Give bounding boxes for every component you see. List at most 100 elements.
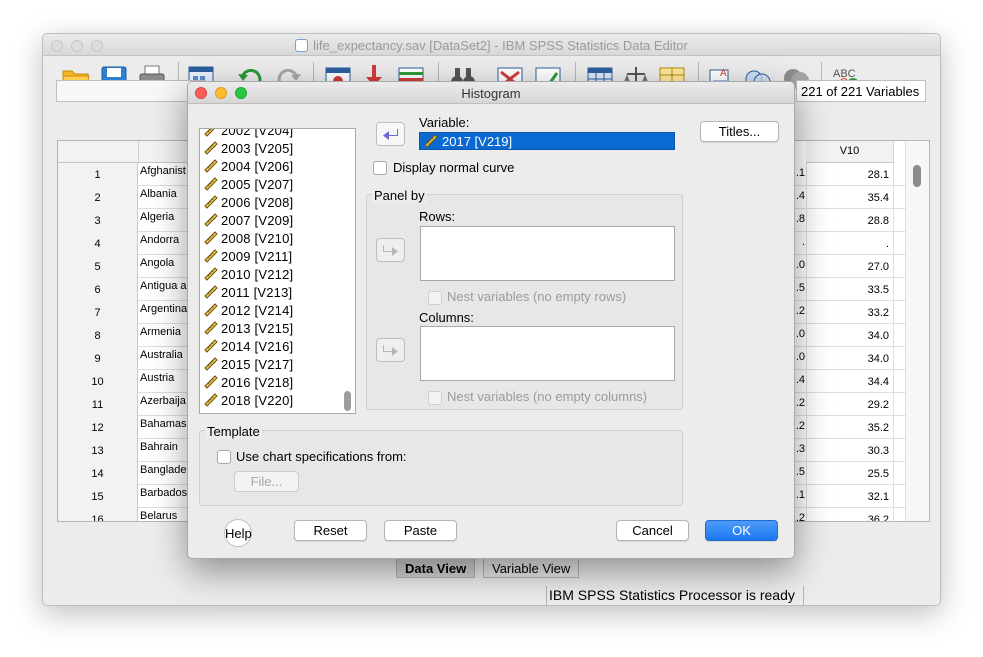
columns-drop-field[interactable] — [420, 326, 675, 381]
source-variable-label: 2018 [V220] — [221, 393, 294, 408]
row-number[interactable]: 6 — [58, 278, 138, 301]
cell-v10[interactable]: 30.3 — [806, 439, 894, 462]
row-number[interactable]: 14 — [58, 462, 138, 485]
cell-geo[interactable]: Bahamas — [140, 418, 186, 430]
row-number[interactable]: 5 — [58, 255, 138, 278]
source-variable-list[interactable]: 2002 [V204] 2003 [V205] 2004 [V206] 2005 [V… — [199, 128, 356, 414]
cell-geo[interactable]: Armenia — [140, 326, 181, 338]
source-variable-item[interactable]: 2016 [V218] — [204, 375, 293, 393]
source-variable-item[interactable]: 2013 [V215] — [204, 321, 293, 339]
tab-variable-view[interactable]: Variable View — [483, 558, 580, 578]
rows-drop-field[interactable] — [420, 226, 675, 281]
cancel-button[interactable]: Cancel — [616, 520, 689, 541]
cell-v10[interactable]: 34.4 — [806, 370, 894, 393]
cell-geo[interactable]: Australia — [140, 349, 183, 361]
use-chart-spec-checkbox[interactable] — [217, 450, 231, 464]
source-variable-item[interactable]: 2014 [V216] — [204, 339, 293, 357]
grid-vertical-scroll-thumb[interactable] — [913, 165, 921, 187]
cell-geo[interactable]: Antigua a — [140, 280, 186, 292]
cell-geo[interactable]: Angola — [140, 257, 174, 269]
cell-v10[interactable]: 28.8 — [806, 209, 894, 232]
cell-name-box[interactable] — [56, 80, 206, 102]
cell-geo[interactable]: Austria — [140, 372, 174, 384]
cell-geo[interactable]: Barbados — [140, 487, 187, 499]
cell-geo[interactable]: Banglade — [140, 464, 187, 476]
source-variable-item[interactable]: 2012 [V214] — [204, 303, 293, 321]
cell-geo[interactable]: Albania — [140, 188, 177, 200]
row-number[interactable]: 15 — [58, 485, 138, 508]
cell-geo[interactable]: Andorra — [140, 234, 179, 246]
cell-v10[interactable]: 32.1 — [806, 485, 894, 508]
cell-v10[interactable]: 34.0 — [806, 324, 894, 347]
help-button[interactable]: Help — [224, 519, 252, 547]
row-number[interactable]: 4 — [58, 232, 138, 255]
cell-v10[interactable]: 33.2 — [806, 301, 894, 324]
cell-v10[interactable]: . — [806, 232, 894, 255]
row-number[interactable]: 2 — [58, 186, 138, 209]
row-number[interactable]: 16 — [58, 508, 138, 521]
column-header-v10[interactable]: V10 — [806, 141, 894, 163]
cell-geo[interactable]: Azerbaija — [140, 395, 186, 407]
cell-geo[interactable]: Bahrain — [140, 441, 178, 453]
source-variable-item[interactable]: 2010 [V212] — [204, 267, 293, 285]
scale-variable-icon — [204, 303, 218, 317]
source-variable-item[interactable]: 2002 [V204] — [204, 129, 293, 141]
titles-button[interactable]: Titles... — [700, 121, 779, 142]
source-variable-label: 2006 [V208] — [221, 195, 294, 210]
source-variable-item[interactable]: 2007 [V209] — [204, 213, 293, 231]
nest-rows-checkbox[interactable] — [428, 291, 442, 305]
row-number[interactable]: 3 — [58, 209, 138, 232]
source-variable-item[interactable]: 2006 [V208] — [204, 195, 293, 213]
source-variable-item[interactable]: 2015 [V217] — [204, 357, 293, 375]
window-title: life_expectancy.sav [DataSet2] - IBM SPS… — [313, 38, 688, 53]
display-normal-curve-checkbox[interactable] — [373, 161, 387, 175]
row-number[interactable]: 12 — [58, 416, 138, 439]
scale-variable-icon — [204, 195, 218, 209]
cell-geo[interactable]: Argentina — [140, 303, 187, 315]
cell-v10[interactable]: 36.2 — [806, 508, 894, 521]
row-number[interactable]: 13 — [58, 439, 138, 462]
source-variable-item[interactable]: 2009 [V211] — [204, 249, 292, 267]
paste-button[interactable]: Paste — [384, 520, 457, 541]
source-variable-item[interactable]: 2004 [V206] — [204, 159, 293, 177]
scale-variable-icon — [204, 357, 218, 371]
cell-v10[interactable]: 27.0 — [806, 255, 894, 278]
source-variable-label: 2007 [V209] — [221, 213, 294, 228]
nest-columns-checkbox[interactable] — [428, 391, 442, 405]
file-button[interactable]: File... — [234, 471, 299, 492]
cell-geo[interactable]: Algeria — [140, 211, 174, 223]
row-number[interactable]: 8 — [58, 324, 138, 347]
row-number[interactable]: 10 — [58, 370, 138, 393]
cell-geo[interactable]: Belarus — [140, 510, 177, 521]
source-variable-label: 2011 [V213] — [221, 285, 293, 300]
scale-variable-icon — [424, 134, 438, 148]
grid-vertical-scrollbar[interactable] — [905, 141, 929, 521]
source-variable-item[interactable]: 2018 [V220] — [204, 393, 293, 411]
source-variable-item[interactable]: 2005 [V207] — [204, 177, 293, 195]
source-variable-item[interactable]: 2008 [V210] — [204, 231, 293, 249]
reset-button[interactable]: Reset — [294, 520, 367, 541]
histogram-dialog: Histogram 2002 [V204] 2003 [V205] 2004 [V2… — [187, 81, 795, 559]
row-number[interactable]: 7 — [58, 301, 138, 324]
row-number[interactable]: 11 — [58, 393, 138, 416]
cell-v10[interactable]: 33.5 — [806, 278, 894, 301]
cell-v10[interactable]: 29.2 — [806, 393, 894, 416]
source-variable-item[interactable]: 2003 [V205] — [204, 141, 293, 159]
cell-v10[interactable]: 25.5 — [806, 462, 894, 485]
cell-v10[interactable]: 35.2 — [806, 416, 894, 439]
ok-button[interactable]: OK — [705, 520, 778, 541]
cell-geo[interactable]: Afghanist — [140, 165, 186, 177]
move-to-variable-button[interactable] — [376, 122, 405, 146]
cell-v10[interactable]: 35.4 — [806, 186, 894, 209]
source-list-scroll-thumb[interactable] — [344, 391, 351, 411]
row-number[interactable]: 1 — [58, 163, 138, 186]
source-variable-item[interactable]: 2011 [V213] — [204, 285, 292, 303]
move-to-columns-button[interactable] — [376, 338, 405, 362]
cell-v10[interactable]: 28.1 — [806, 163, 894, 186]
row-number[interactable]: 9 — [58, 347, 138, 370]
move-to-rows-button[interactable] — [376, 238, 405, 262]
arrow-left-icon — [383, 129, 398, 140]
cell-v10[interactable]: 34.0 — [806, 347, 894, 370]
tab-data-view[interactable]: Data View — [396, 558, 476, 578]
variable-field[interactable]: 2017 [V219] — [419, 132, 675, 150]
